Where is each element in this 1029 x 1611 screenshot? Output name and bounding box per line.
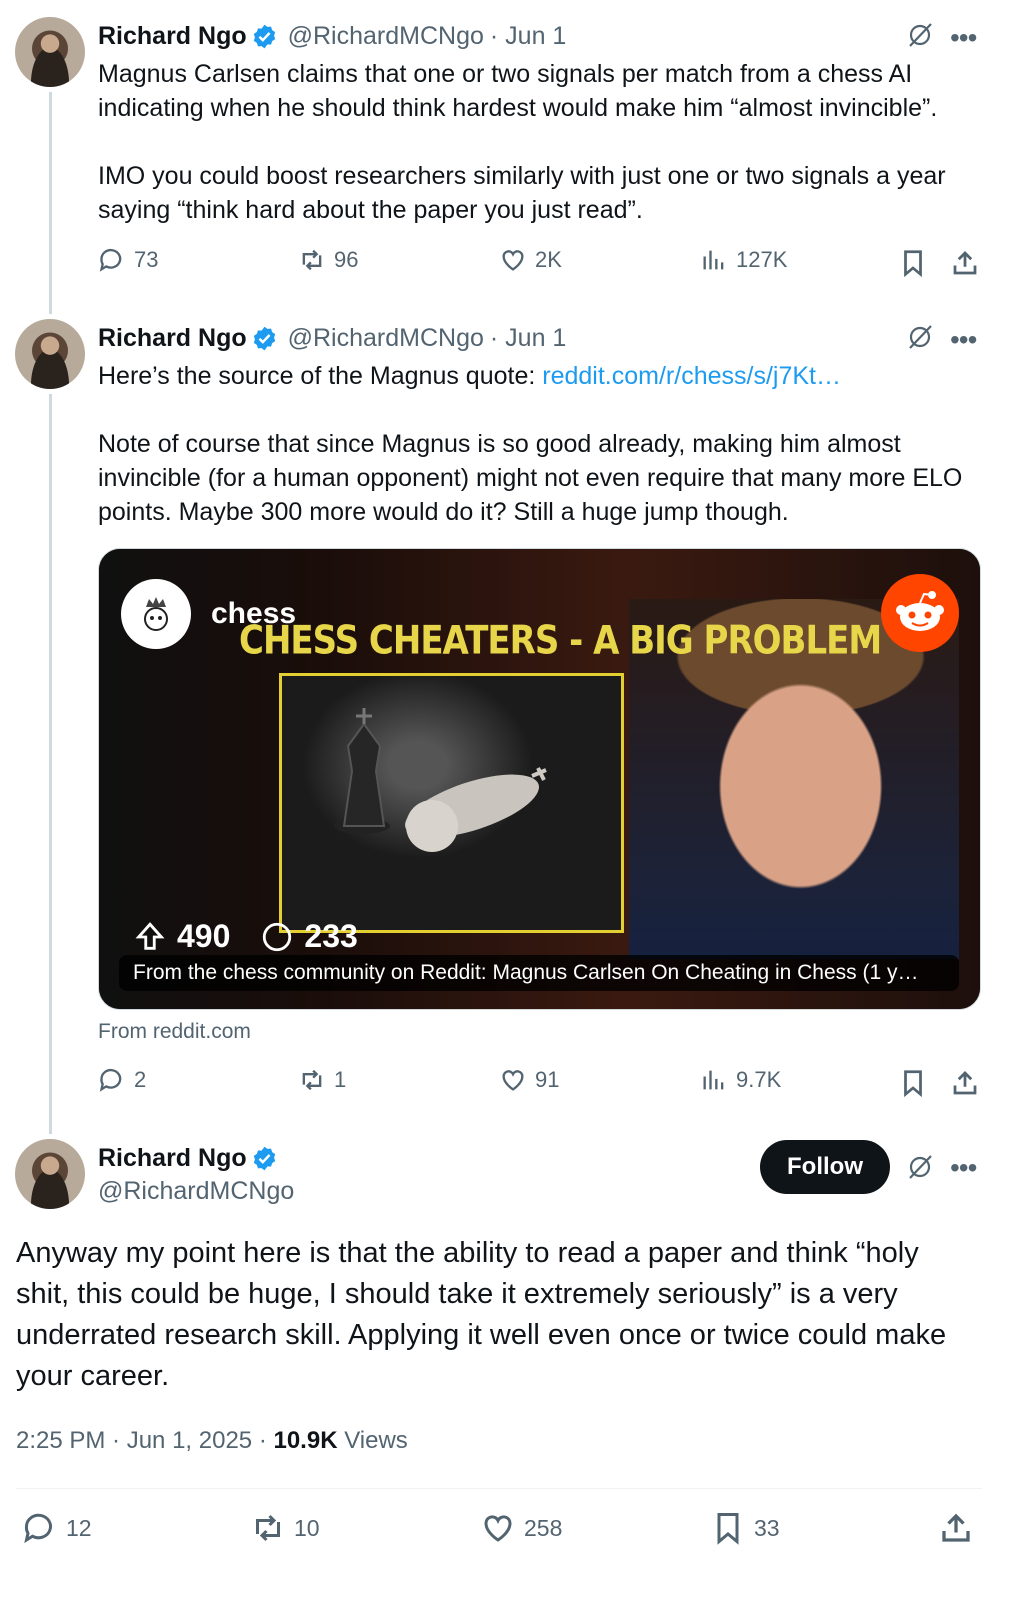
author-handle[interactable]: @RichardMCNgo: [288, 324, 484, 353]
views-icon: [703, 1070, 724, 1090]
views-button[interactable]: 9.7K: [700, 1066, 781, 1094]
tweet-actions: 73 96 2K 127K: [98, 246, 984, 282]
repost-icon: [256, 1514, 280, 1542]
tweet-timestamp: 2:25 PM · Jun 1, 2025 · 10.9K Views: [16, 1427, 408, 1455]
reddit-logo-icon: [881, 574, 959, 652]
grok-icon[interactable]: [905, 322, 935, 357]
share-icon[interactable]: [938, 1510, 974, 1551]
link-card[interactable]: CHESS CHEATERS - A BIG PROBLEM chess 490…: [98, 548, 981, 1010]
views-count-bold: 10.9K: [273, 1427, 338, 1454]
follow-button[interactable]: Follow: [760, 1140, 890, 1194]
tweet-header: Richard Ngo @RichardMCNgo · Jun 1: [98, 320, 566, 356]
tweet-date[interactable]: · Jun 1: [490, 22, 566, 51]
like-count: 258: [524, 1514, 563, 1541]
repost-button[interactable]: 96: [298, 246, 358, 274]
more-icon[interactable]: •••: [950, 22, 977, 54]
reply-button[interactable]: 12: [22, 1510, 92, 1546]
reply-icon: [99, 1068, 122, 1092]
author-handle[interactable]: @RichardMCNgo: [98, 1177, 294, 1206]
tweet-actions: 2 1 91 9.7K: [98, 1066, 984, 1102]
like-button[interactable]: 2K: [499, 246, 562, 274]
author-name[interactable]: Richard Ngo: [98, 324, 247, 353]
repost-button[interactable]: 10: [250, 1510, 320, 1546]
repost-count: 96: [334, 247, 359, 272]
tweet-text: Note of course that since Magnus is so g…: [98, 430, 970, 526]
views-icon: [703, 250, 724, 270]
bookmark-icon: [717, 1513, 739, 1545]
author-name[interactable]: Richard Ngo: [98, 1144, 247, 1173]
reply-count: 73: [134, 247, 159, 272]
subreddit-icon: [144, 597, 168, 631]
views-label: Views: [337, 1427, 408, 1454]
tweet-text-prefix: Here’s the source of the Magnus quote:: [98, 362, 543, 390]
verified-badge-icon: [253, 326, 275, 350]
views-button[interactable]: 127K: [700, 246, 787, 274]
upvote-icon: [135, 921, 165, 950]
tweet-date[interactable]: · Jun 1: [490, 324, 566, 353]
tweet-header: Richard Ngo: [98, 1140, 278, 1176]
divider: [16, 1488, 982, 1489]
like-icon: [502, 1070, 524, 1091]
author-name[interactable]: Richard Ngo: [98, 22, 247, 51]
avatar[interactable]: [15, 1139, 85, 1209]
like-icon: [502, 250, 524, 271]
reply-button[interactable]: 2: [98, 1066, 146, 1094]
bookmark-button[interactable]: 33: [710, 1510, 780, 1546]
card-caption-text: From the chess community on Reddit: Magn…: [133, 961, 919, 984]
upvote-count: 490: [177, 918, 231, 954]
reply-count: 12: [66, 1514, 92, 1541]
repost-icon: [302, 1069, 322, 1091]
tweet-header: Richard Ngo @RichardMCNgo · Jun 1: [98, 18, 566, 54]
main-tweet-text: Anyway my point here is that the ability…: [16, 1237, 947, 1392]
card-headline: CHESS CHEATERS - A BIG PROBLEM: [239, 618, 882, 664]
like-count: 2K: [535, 247, 562, 272]
grok-icon[interactable]: [905, 20, 935, 55]
bookmark-icon[interactable]: [898, 1068, 928, 1103]
card-source[interactable]: From reddit.com: [98, 1020, 251, 1044]
author-handle[interactable]: @RichardMCNgo: [288, 22, 484, 51]
like-button[interactable]: 91: [499, 1066, 559, 1094]
chess-pieces-illustration: [334, 708, 547, 852]
reply-icon: [24, 1513, 52, 1544]
comment-icon: [263, 922, 292, 951]
timestamp-text[interactable]: 2:25 PM · Jun 1, 2025 ·: [16, 1427, 273, 1454]
subreddit-avatar: [121, 579, 191, 649]
tweet-text: Here’s the source of the Magnus quote: r…: [98, 359, 988, 393]
vote-strip: 490 233: [133, 915, 358, 955]
avatar[interactable]: [15, 17, 85, 87]
thread-line: [49, 394, 52, 1134]
repost-count: 1: [334, 1067, 347, 1092]
subreddit-name: chess: [211, 597, 297, 630]
comment-count: 233: [304, 918, 358, 954]
reply-count: 2: [134, 1067, 147, 1092]
verified-badge-icon: [253, 24, 275, 48]
share-icon[interactable]: [950, 1068, 980, 1103]
card-caption: From the chess community on Reddit: Magn…: [119, 955, 959, 991]
reply-icon: [99, 248, 122, 272]
repost-count: 10: [294, 1514, 320, 1541]
more-icon[interactable]: •••: [950, 324, 977, 356]
share-icon[interactable]: [950, 248, 980, 283]
main-tweet-actions: 12 10 258 33: [22, 1510, 982, 1552]
bookmark-count: 33: [754, 1514, 780, 1541]
chess-image: [279, 673, 624, 933]
thread-line: [49, 92, 52, 314]
more-icon[interactable]: •••: [950, 1152, 977, 1184]
repost-button[interactable]: 1: [298, 1066, 346, 1094]
repost-icon: [302, 249, 322, 271]
verified-badge-icon: [253, 1146, 275, 1170]
like-count: 91: [535, 1067, 560, 1092]
like-icon: [484, 1515, 512, 1542]
views-count: 9.7K: [736, 1067, 782, 1092]
grok-icon[interactable]: [905, 1152, 935, 1187]
source-link[interactable]: reddit.com/r/chess/s/j7Kt…: [542, 362, 841, 390]
views-count: 127K: [736, 247, 788, 272]
reply-button[interactable]: 73: [98, 246, 158, 274]
avatar[interactable]: [15, 319, 85, 389]
bookmark-icon[interactable]: [898, 248, 928, 283]
tweet-text: Magnus Carlsen claims that one or two si…: [98, 60, 946, 224]
like-button[interactable]: 258: [480, 1510, 562, 1546]
